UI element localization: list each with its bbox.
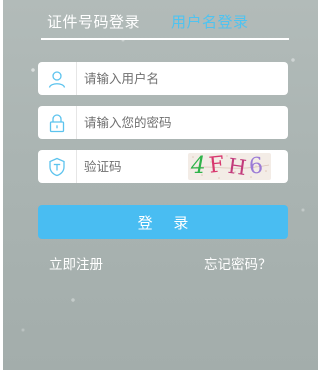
lock-icon bbox=[38, 106, 77, 139]
password-field bbox=[38, 106, 288, 139]
password-input[interactable] bbox=[84, 111, 274, 133]
user-icon bbox=[38, 62, 77, 95]
captcha-input[interactable] bbox=[84, 155, 179, 177]
username-input[interactable] bbox=[84, 67, 274, 89]
login-tabs: 证件号码登录 用户名登录 bbox=[41, 10, 289, 40]
tab-username-login[interactable]: 用户名登录 bbox=[171, 12, 249, 32]
username-field bbox=[38, 62, 288, 95]
login-button[interactable]: 登 录 bbox=[38, 205, 288, 239]
register-link[interactable]: 立即注册 bbox=[49, 256, 103, 274]
captcha-image[interactable]: 4 F H 6 bbox=[188, 153, 271, 180]
forgot-password-link[interactable]: 忘记密码？ bbox=[204, 256, 272, 274]
tab-id-number-login[interactable]: 证件号码登录 bbox=[47, 12, 140, 32]
shield-icon bbox=[38, 150, 77, 183]
captcha-field: 4 F H 6 bbox=[38, 150, 288, 183]
login-panel: 证件号码登录 用户名登录 请输入用户名 验证码 4 F H 6 登 录 立即注册… bbox=[3, 0, 318, 370]
captcha-code: 4 F H 6 bbox=[191, 153, 264, 180]
